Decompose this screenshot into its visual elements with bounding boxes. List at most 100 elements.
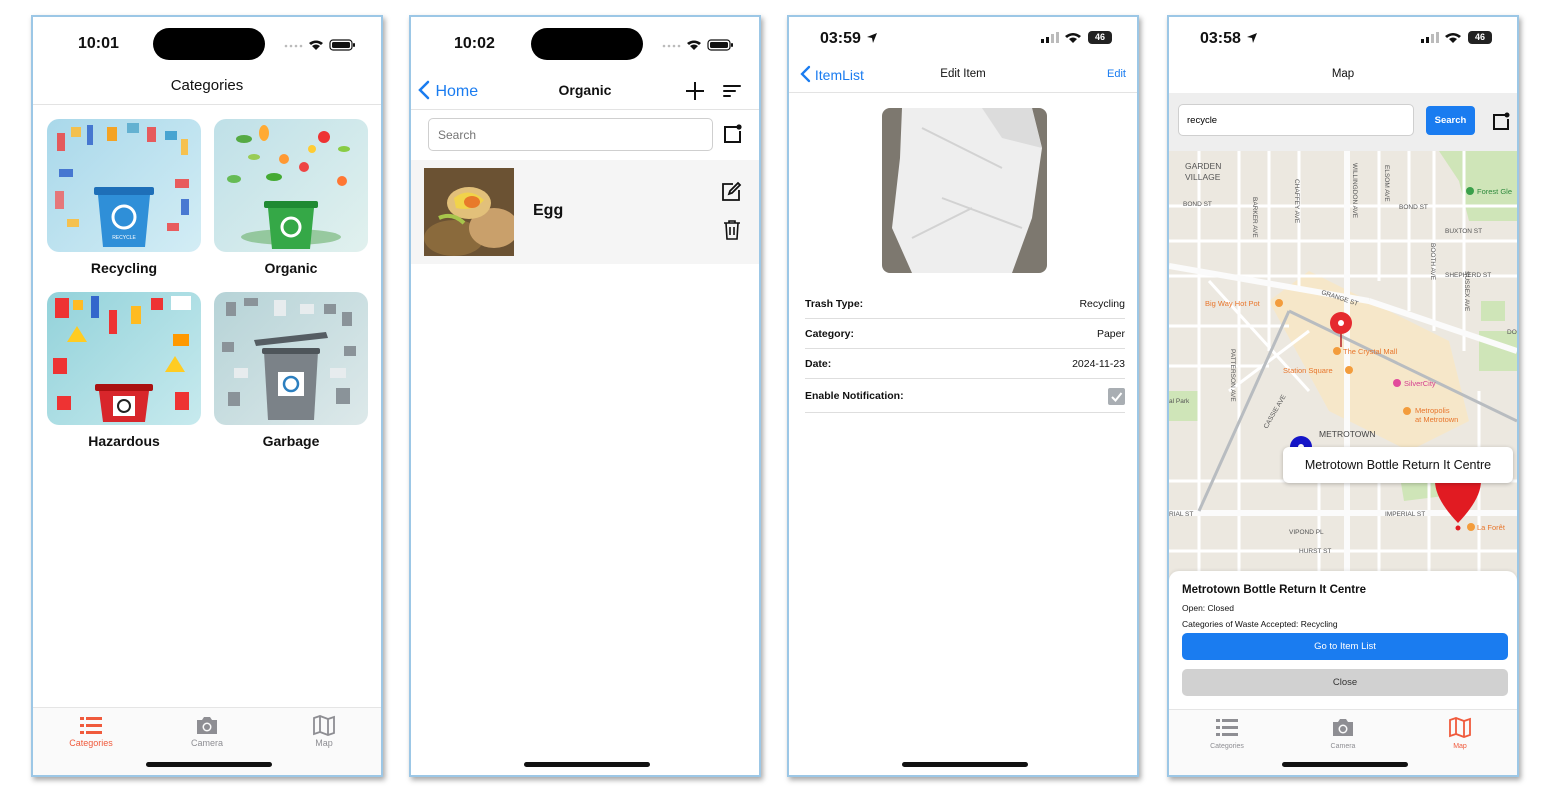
status-time: 03:59 (820, 30, 861, 47)
list-icon (1216, 719, 1238, 736)
food-scraps-photo (424, 168, 514, 256)
page-title: Map (1331, 68, 1355, 80)
sheet-open-status: Open: Closed (1182, 603, 1234, 613)
back-label: ItemList (814, 67, 864, 83)
svg-text:GARDENVILLAGE: GARDEN VILLAGE (1185, 161, 1221, 182)
tab-camera[interactable]: Camera (167, 714, 247, 748)
go-to-item-list-button[interactable]: Go to Item List (1182, 633, 1508, 660)
notification-checkbox[interactable] (1108, 388, 1125, 405)
category-tile-recycling[interactable]: RECYCLE (47, 119, 201, 252)
map-label-chaffey: CHAFFEY AVE (1293, 179, 1300, 224)
category-label: Garbage (262, 433, 320, 449)
tab-camera[interactable]: Camera (1303, 716, 1383, 750)
map-icon (1449, 717, 1471, 738)
category-tile-garbage[interactable] (214, 292, 368, 425)
poi-station-square: Station Square (1283, 366, 1333, 375)
battery-indicator: 46 (1088, 31, 1112, 44)
poi-la-foret: La Forêt (1477, 523, 1506, 532)
hazardous-bin-illustration (53, 296, 191, 422)
category-label: Hazardous (88, 433, 160, 449)
map-label-barker: BARKER AVE (1251, 197, 1258, 238)
field-key: Trash Type: (805, 298, 864, 310)
dynamic-island (153, 28, 265, 60)
map-label-imperial-1: RIAL ST (1169, 511, 1193, 518)
map-label-elsom: ELSOM AVE (1383, 165, 1390, 202)
tab-label: Categories (69, 738, 113, 748)
page-title: Edit Item (940, 68, 986, 80)
edit-icon[interactable] (719, 180, 743, 204)
new-note-icon[interactable] (1491, 111, 1511, 131)
poi-crystal-mall: The Crystal Mall (1343, 347, 1398, 356)
location-sheet: Metrotown Bottle Return It Centre Open: … (1169, 571, 1517, 711)
categories-screen: 10:01 Categories RECYCLE Recycling Organ… (31, 15, 383, 777)
poi-silvercity: SilverCity (1404, 379, 1436, 388)
status-time: 10:02 (454, 35, 495, 52)
location-arrow-icon (867, 33, 877, 43)
detail-row-notification: Enable Notification: (805, 379, 1125, 413)
poi-big-way: Big Way Hot Pot (1205, 299, 1261, 308)
sort-icon[interactable] (722, 82, 742, 100)
category-tile-organic[interactable] (214, 119, 368, 252)
tab-categories[interactable]: Categories (51, 714, 131, 748)
divider (411, 109, 759, 110)
item-list-screen: 10:02 Home Organic Egg (409, 15, 761, 777)
map-label-sussex: SUSSEX AVE (1463, 271, 1470, 312)
tab-map[interactable]: Map (1420, 716, 1500, 750)
field-value: 2024-11-23 (1072, 358, 1125, 370)
status-icons (284, 39, 355, 51)
tab-label: Categories (1210, 743, 1244, 750)
edit-item-screen: 03:59 46 ItemList Edit Item Edit Trash T… (787, 15, 1139, 777)
tab-label: Camera (1330, 743, 1356, 750)
map-label-booth: BOOTH AVE (1429, 243, 1436, 281)
home-indicator (146, 762, 272, 767)
detail-row-date: Date: 2024-11-23 (805, 349, 1125, 379)
battery-indicator: 46 (1468, 31, 1492, 44)
search-input[interactable] (428, 118, 713, 151)
map-label-bond-st-1: BOND ST (1183, 201, 1212, 208)
detail-row-trash-type: Trash Type: Recycling (805, 289, 1125, 319)
item-name: Egg (533, 202, 564, 219)
search-input[interactable] (1178, 104, 1414, 136)
home-indicator (1282, 762, 1408, 767)
list-item[interactable]: Egg (411, 160, 759, 264)
divider (789, 92, 1137, 93)
close-button[interactable]: Close (1182, 669, 1508, 696)
back-button[interactable]: Home (417, 80, 478, 101)
organic-bin-illustration (227, 125, 350, 249)
field-value: Paper (1096, 328, 1125, 340)
trash-icon[interactable] (721, 218, 743, 242)
category-tile-hazardous[interactable] (47, 292, 201, 425)
map-label-park: al Park (1169, 398, 1190, 405)
back-button[interactable]: ItemList (799, 65, 864, 83)
tab-map[interactable]: Map (284, 714, 364, 748)
category-label: Recycling (90, 260, 158, 276)
field-key: Date: (805, 358, 832, 370)
new-note-icon[interactable] (721, 123, 743, 145)
map-view[interactable]: GARDEN VILLAGE BOND ST BOND ST BUXTON ST … (1169, 151, 1517, 591)
search-button[interactable]: Search (1426, 106, 1475, 135)
location-arrow-icon (1247, 33, 1257, 43)
edit-button[interactable]: Edit (1107, 68, 1126, 80)
map-label-buxton: BUXTON ST (1445, 228, 1482, 235)
field-value: Recycling (1079, 298, 1125, 310)
status-time: 10:01 (78, 35, 119, 52)
map-label-do: DO (1507, 329, 1517, 336)
chevron-left-icon (800, 65, 811, 83)
map-label-hurst: HURST ST (1299, 548, 1331, 555)
add-icon[interactable] (684, 80, 706, 102)
map-label-bond-st-2: BOND ST (1399, 204, 1428, 211)
home-indicator (902, 762, 1028, 767)
map-callout[interactable]: Metrotown Bottle Return It Centre (1283, 447, 1513, 483)
sheet-title: Metrotown Bottle Return It Centre (1182, 584, 1366, 596)
white-paper-photo (882, 108, 1047, 273)
tab-categories[interactable]: Categories (1187, 716, 1267, 750)
poi-forest-glen: Forest Gle (1477, 187, 1512, 196)
category-label: Organic (264, 260, 318, 276)
status-icons (662, 39, 733, 51)
field-key: Category: (805, 328, 855, 340)
map-label-imperial-2: IMPERIAL ST (1385, 511, 1425, 518)
map-label-metrotown: METROTOWN (1319, 429, 1376, 439)
chevron-left-icon (418, 80, 430, 100)
field-key: Enable Notification: (805, 390, 904, 402)
camera-icon (197, 717, 217, 734)
